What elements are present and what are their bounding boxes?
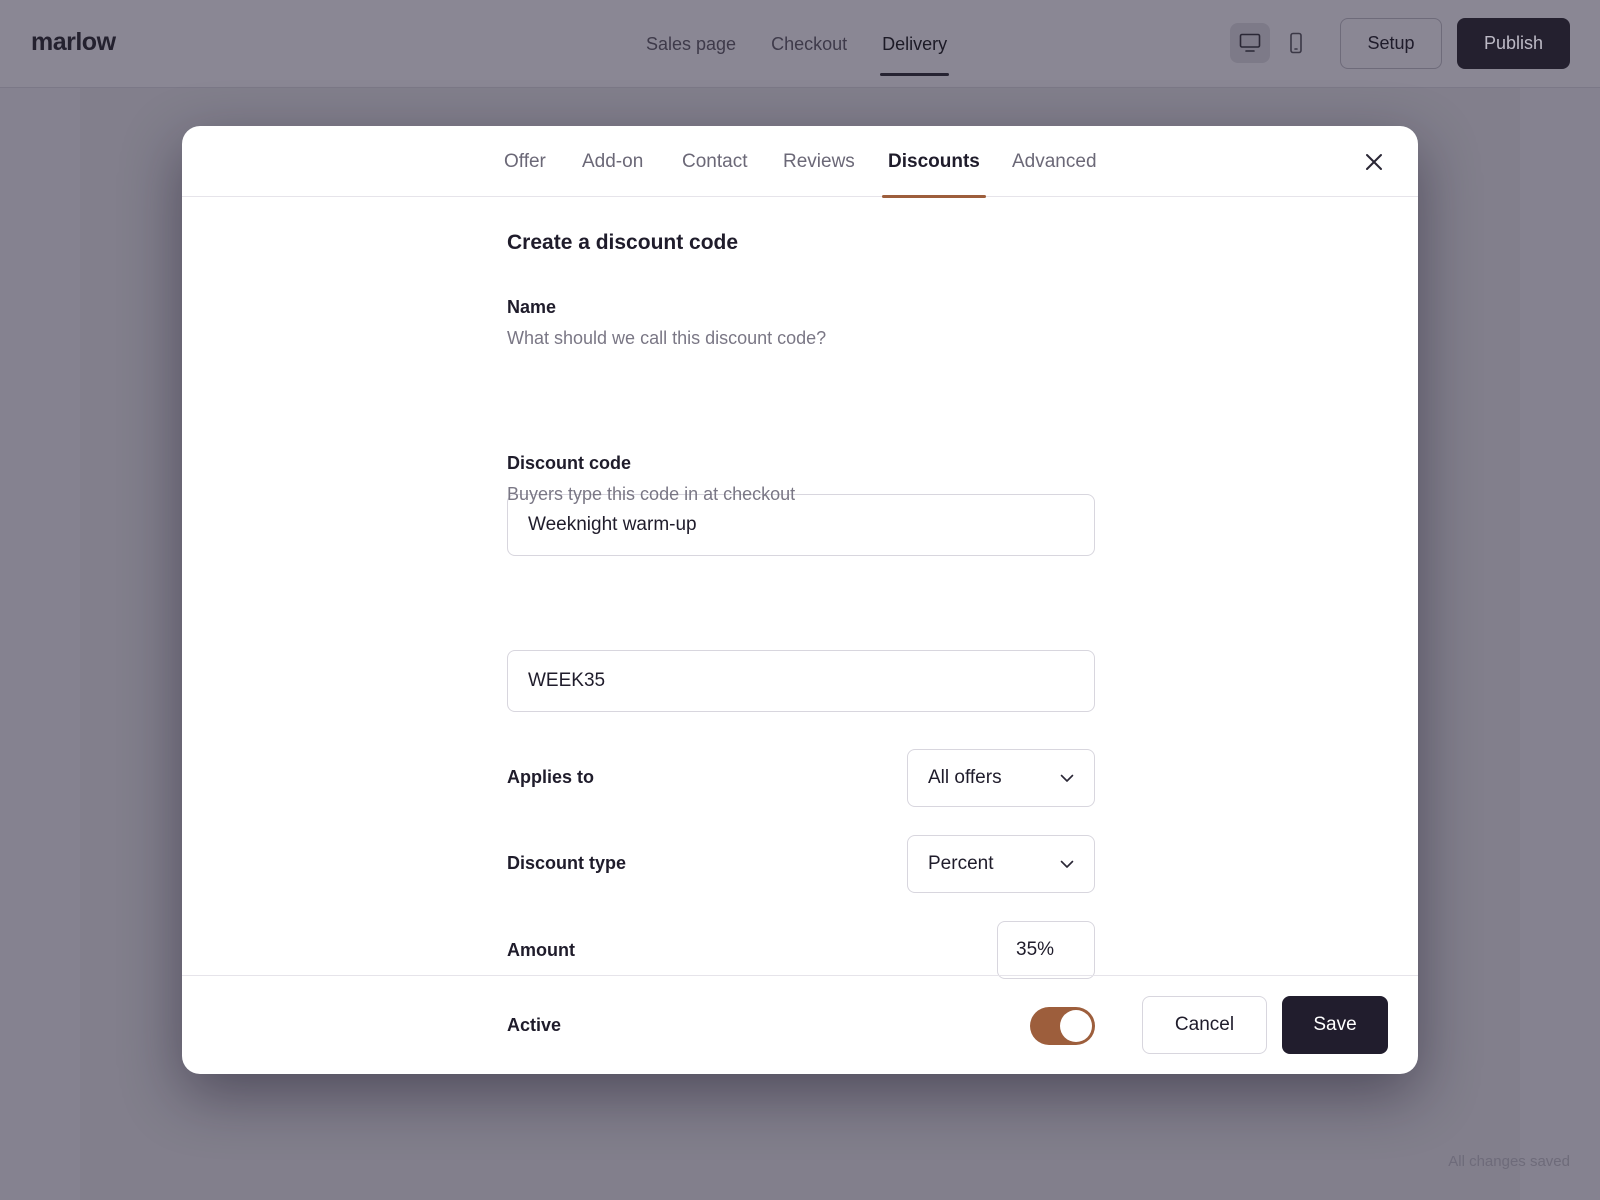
amount-label: Amount — [507, 940, 575, 960]
discount-modal: Offer Add-on Contact Reviews Discounts A… — [182, 126, 1418, 1074]
tab-advanced[interactable]: Advanced — [1012, 126, 1097, 197]
save-button[interactable]: Save — [1282, 996, 1388, 1054]
desktop-icon — [1239, 33, 1261, 52]
name-label: Name — [507, 297, 557, 317]
top-bar: marlow Sales page Checkout Delivery Setu… — [0, 0, 1600, 88]
save-status: All changes saved — [1448, 1153, 1570, 1170]
form-title: Create a discount code — [507, 231, 739, 254]
nav-item-checkout[interactable]: Checkout — [771, 0, 847, 88]
name-hint: What should we call this discount code? — [507, 328, 827, 348]
tab-add-on[interactable]: Add-on — [582, 126, 643, 197]
tab-discounts[interactable]: Discounts — [882, 126, 986, 198]
setup-button[interactable]: Setup — [1340, 18, 1442, 69]
modal-footer: Cancel Save — [182, 975, 1418, 1074]
amount-input[interactable] — [997, 921, 1095, 979]
discount-type-select[interactable]: Percent — [907, 835, 1095, 893]
code-label: Discount code — [507, 453, 632, 473]
chevron-down-icon — [1060, 774, 1074, 782]
logo: marlow — [31, 28, 116, 56]
tab-offer[interactable]: Offer — [504, 126, 546, 197]
chevron-down-icon — [1060, 860, 1074, 868]
discount-type-value: Percent — [928, 853, 994, 874]
nav-item-sales-page[interactable]: Sales page — [646, 0, 736, 88]
discount-code-input[interactable] — [507, 650, 1095, 712]
cancel-button[interactable]: Cancel — [1142, 996, 1267, 1054]
close-icon — [1366, 154, 1382, 170]
code-hint: Buyers type this code in at checkout — [507, 484, 796, 504]
applies-to-label: Applies to — [507, 767, 595, 787]
top-nav: Sales page Checkout Delivery — [646, 0, 982, 88]
tab-reviews[interactable]: Reviews — [783, 126, 855, 197]
publish-button[interactable]: Publish — [1457, 18, 1570, 69]
tab-contact[interactable]: Contact — [682, 126, 747, 197]
mobile-preview-button[interactable] — [1276, 23, 1316, 63]
nav-item-delivery[interactable]: Delivery — [880, 0, 950, 88]
applies-to-select[interactable]: All offers — [907, 749, 1095, 807]
applies-to-value: All offers — [928, 767, 1002, 788]
discount-type-label: Discount type — [507, 853, 627, 873]
mobile-icon — [1290, 32, 1302, 54]
desktop-preview-button[interactable] — [1230, 23, 1270, 63]
close-button[interactable] — [1358, 146, 1390, 178]
modal-tabs: Offer Add-on Contact Reviews Discounts A… — [182, 126, 1418, 198]
